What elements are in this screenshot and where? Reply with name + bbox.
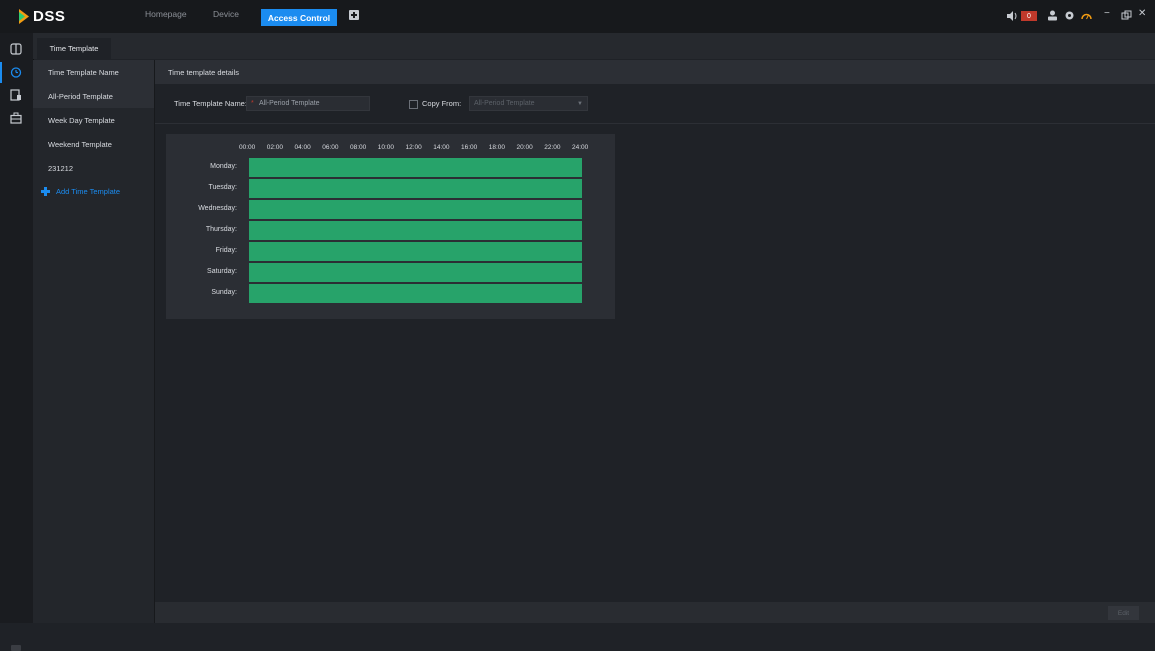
template-list-header: Time Template Name	[33, 60, 154, 84]
list-item[interactable]: 231212	[33, 156, 154, 180]
dss-logo-icon	[19, 8, 29, 24]
day-label: Thursday:	[205, 226, 237, 233]
add-tab-icon[interactable]	[349, 10, 359, 20]
day-row: Friday:	[166, 241, 615, 261]
hour-tick-label: 18:00	[488, 144, 506, 151]
day-row: Thursday:	[166, 220, 615, 240]
day-row: Wednesday:	[166, 199, 615, 219]
restore-icon[interactable]	[1121, 10, 1132, 21]
edit-button[interactable]: Edit	[1108, 606, 1139, 620]
day-label: Wednesday:	[198, 205, 237, 212]
collapse-handle[interactable]	[11, 645, 21, 651]
hour-tick-label: 08:00	[350, 144, 367, 151]
weekly-schedule-grid: 00:00 02:00 04:00 06:00 08:00 10:00 12:00 14:00…	[166, 134, 615, 319]
copy-from-label: Copy From:	[422, 99, 462, 108]
add-time-template-label: Add Time Template	[56, 187, 121, 196]
performance-icon[interactable]	[1081, 10, 1092, 21]
day-schedule-bar[interactable]	[249, 284, 582, 303]
chevron-down-icon: ▼	[577, 101, 583, 107]
rail-item-time-template[interactable]	[5, 64, 27, 80]
required-icon: *	[251, 100, 254, 107]
app-name: DSS	[33, 7, 66, 25]
speaker-icon[interactable]	[1007, 11, 1018, 21]
day-schedule-bar[interactable]	[249, 179, 582, 198]
nav-device[interactable]: Device	[213, 9, 239, 19]
user-icon[interactable]	[1047, 10, 1058, 21]
rail-item-records[interactable]	[5, 110, 27, 126]
hour-tick-label: 20:00	[516, 144, 533, 151]
list-item[interactable]: All-Period Template	[33, 84, 154, 108]
dss-logo: DSS	[17, 7, 65, 25]
hour-tick-label: 02:00	[266, 144, 284, 151]
day-label: Sunday:	[211, 289, 237, 296]
copy-from-value: All-Period Template	[474, 100, 535, 107]
hour-tick-label: 16:00	[461, 144, 478, 151]
tab-strip: Time Template	[33, 33, 1155, 59]
add-time-template-button[interactable]: Add Time Template	[41, 187, 120, 196]
alarm-clock-icon	[10, 67, 22, 78]
day-row: Tuesday:	[166, 178, 615, 198]
hour-tick-label: 06:00	[322, 144, 339, 151]
nav-homepage[interactable]: Homepage	[145, 9, 187, 19]
day-label: Monday:	[210, 163, 237, 170]
day-schedule-bar[interactable]	[249, 158, 582, 177]
copy-from-checkbox[interactable]	[409, 100, 418, 109]
door-lock-icon	[10, 89, 21, 101]
close-icon[interactable]: ✕	[1138, 8, 1146, 19]
gear-icon[interactable]	[1064, 10, 1075, 21]
list-item[interactable]: Week Day Template	[33, 108, 154, 132]
list-item[interactable]: Weekend Template	[33, 132, 154, 156]
briefcase-icon	[10, 112, 22, 124]
day-schedule-bar[interactable]	[249, 263, 582, 282]
day-row: Monday:	[166, 157, 615, 177]
template-name-label: Time Template Name:	[174, 99, 247, 108]
rail-active-indicator	[0, 62, 2, 83]
tab-time-template[interactable]: Time Template	[37, 38, 111, 59]
hour-tick-label: 10:00	[377, 144, 395, 151]
panel-icon	[10, 43, 22, 55]
footer-bar: Edit	[155, 602, 1155, 623]
hour-tick-label: 22:00	[544, 144, 561, 151]
rail-item-overview[interactable]	[5, 41, 27, 57]
left-rail	[0, 33, 34, 651]
minimize-icon[interactable]: −	[1104, 8, 1110, 19]
day-label: Tuesday:	[208, 184, 237, 191]
day-schedule-bar[interactable]	[249, 221, 582, 240]
day-row: Sunday:	[166, 283, 615, 303]
divider	[155, 123, 1155, 124]
template-name-input[interactable]: * All-Period Template	[246, 96, 370, 111]
day-label: Friday:	[215, 247, 237, 254]
template-form-row: Time Template Name: * All-Period Templat…	[155, 90, 1155, 120]
template-name-value: All-Period Template	[259, 100, 320, 107]
hour-tick-label: 12:00	[405, 144, 422, 151]
nav-access-control[interactable]: Access Control	[261, 9, 337, 26]
day-schedule-bar[interactable]	[249, 200, 582, 219]
day-label: Saturday:	[207, 268, 237, 275]
copy-from-select[interactable]: All-Period Template ▼	[469, 96, 588, 111]
plus-icon	[41, 187, 50, 196]
rail-item-device-access[interactable]	[5, 87, 27, 103]
top-bar: DSS Homepage Device Access Control 0 − ✕	[0, 0, 1155, 33]
day-row: Saturday:	[166, 262, 615, 282]
hour-tick-label: 24:00	[572, 144, 589, 151]
hour-tick-label: 00:00	[239, 144, 256, 151]
hour-tick-label: 04:00	[294, 144, 311, 151]
hour-tick-label: 14:00	[433, 144, 450, 151]
day-schedule-bar[interactable]	[249, 242, 582, 261]
alarm-count-badge[interactable]: 0	[1021, 11, 1037, 21]
template-list-panel: Time Template Name All-Period Template W…	[33, 60, 155, 623]
template-details-panel: Time template details Time Template Name…	[155, 60, 1155, 623]
details-header: Time template details	[155, 60, 1155, 84]
